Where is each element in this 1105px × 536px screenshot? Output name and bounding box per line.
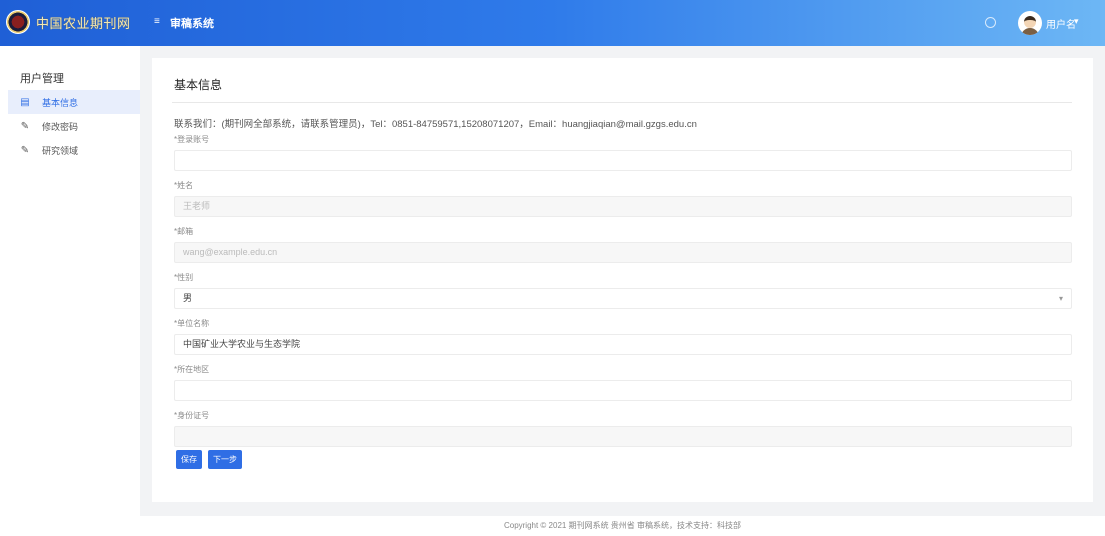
menu-toggle-icon[interactable]: ≡ bbox=[154, 16, 160, 27]
sidebar-item-change-password[interactable]: ✎ 修改密码 bbox=[8, 114, 140, 138]
save-button[interactable]: 保存 bbox=[176, 450, 202, 469]
field-label-gender: *性别 bbox=[174, 273, 194, 282]
field-label-login-account: *登录账号 bbox=[174, 135, 210, 144]
form-card: 基本信息 联系我们：(期刊网全部系统，请联系管理员)，Tel：0851-8475… bbox=[152, 58, 1093, 502]
sidebar-item-label: 修改密码 bbox=[42, 121, 79, 132]
divider bbox=[172, 102, 1072, 103]
avatar-face bbox=[1024, 16, 1036, 28]
field-label-name: *姓名 bbox=[174, 181, 194, 190]
chevron-down-icon: ▾ bbox=[1058, 294, 1063, 303]
logo-seal-icon bbox=[6, 10, 30, 34]
sidebar-title: 用户管理 bbox=[20, 73, 64, 85]
gender-select-value: 男 bbox=[183, 293, 193, 303]
username[interactable]: 用户名 bbox=[1046, 16, 1076, 31]
edit-icon: ✎ bbox=[20, 144, 30, 156]
next-step-button[interactable]: 下一步 bbox=[208, 450, 242, 469]
header-tab[interactable]: 审稿系统 bbox=[170, 15, 214, 31]
edit-icon: ✎ bbox=[20, 120, 30, 132]
sidebar: 用户管理 ▤ 基本信息 ✎ 修改密码 ✎ 研究领域 bbox=[0, 46, 140, 536]
sidebar-item-label: 基本信息 bbox=[42, 97, 79, 108]
region-input[interactable] bbox=[174, 380, 1072, 401]
main-content: 基本信息 联系我们：(期刊网全部系统，请联系管理员)，Tel：0851-8475… bbox=[140, 46, 1105, 516]
footer-copyright: Copyright © 2021 期刊网系统 贵州省 审稿系统，技术支持：科技部 bbox=[503, 521, 742, 530]
sidebar-item-basic-info[interactable]: ▤ 基本信息 bbox=[8, 90, 140, 114]
contact-tip: 联系我们：(期刊网全部系统，请联系管理员)，Tel：0851-84759571,… bbox=[174, 119, 697, 130]
field-label-email: *邮箱 bbox=[174, 227, 194, 236]
email-input[interactable]: wang@example.edu.cn bbox=[174, 242, 1072, 263]
page-title: 基本信息 bbox=[174, 78, 223, 92]
logo[interactable]: 中国农业期刊网 bbox=[6, 10, 131, 34]
avatar-body bbox=[1021, 28, 1039, 35]
chevron-down-icon[interactable]: ▾ bbox=[1074, 16, 1079, 27]
sidebar-item-label: 研究领域 bbox=[42, 145, 79, 156]
field-label-organization: *单位名称 bbox=[174, 319, 210, 328]
user-card-icon: ▤ bbox=[20, 96, 30, 108]
avatar[interactable] bbox=[1018, 11, 1042, 35]
sidebar-item-research-field[interactable]: ✎ 研究领域 bbox=[8, 138, 140, 162]
logo-text: 中国农业期刊网 bbox=[36, 15, 131, 31]
login-account-input[interactable] bbox=[174, 150, 1072, 171]
gender-select[interactable]: 男 ▾ bbox=[174, 288, 1072, 309]
name-input[interactable]: 王老师 bbox=[174, 196, 1072, 217]
top-header: 中国农业期刊网 ≡ 审稿系统 用户名 ▾ bbox=[0, 0, 1105, 46]
id-number-input[interactable] bbox=[174, 426, 1072, 447]
organization-input[interactable]: 中国矿业大学农业与生态学院 bbox=[174, 334, 1072, 355]
field-label-id-number: *身份证号 bbox=[174, 411, 210, 420]
search-icon[interactable] bbox=[985, 17, 996, 28]
field-label-region: *所在地区 bbox=[174, 365, 210, 374]
